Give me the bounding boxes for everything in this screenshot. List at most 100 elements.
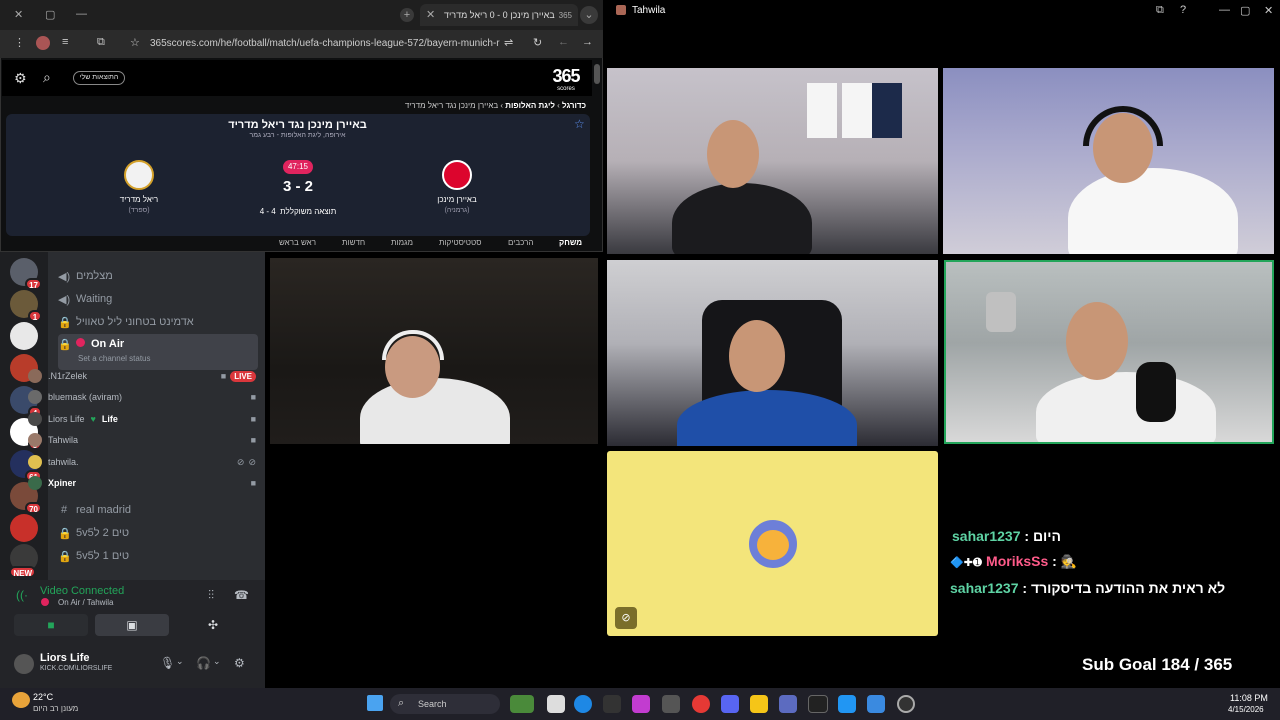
voice-member[interactable]: bluemask (aviram) ■ [28,387,256,407]
video-tile-speaking[interactable] [944,260,1274,444]
headphones-icon [1083,106,1163,146]
clock-time[interactable]: 11:08 PM [1230,693,1268,703]
site-settings-icon[interactable]: ⇌ [504,36,513,49]
soundboard-icon[interactable]: ⫶⫶ [208,588,214,603]
video-tile[interactable] [607,68,938,254]
camera-button[interactable]: ■ [14,614,88,636]
app-icon[interactable] [632,695,650,713]
help-icon[interactable]: ? [1180,4,1186,16]
chrome-icon[interactable] [692,695,710,713]
disconnect-icon[interactable]: ☎ [234,588,249,602]
gear-icon[interactable]: ⚙ [234,656,245,670]
weather-description[interactable]: מעונן רב היום [33,704,78,713]
extensions-icon[interactable]: ⧉ [97,36,105,49]
microphone-icon[interactable]: 🎙 [160,656,175,670]
channel-status[interactable]: Set a channel status [78,354,151,363]
voice-channel[interactable]: 🔒 5vטים 1 ל5 [58,546,258,566]
discord-icon[interactable] [721,695,739,713]
voice-channel[interactable]: ◀) Waiting [58,289,258,309]
back-icon[interactable]: ← [558,36,569,48]
weather-icon[interactable] [12,692,30,708]
tab-lineups[interactable]: הרכבים [508,238,533,247]
minimize-icon[interactable]: — [76,8,87,20]
server-icon[interactable]: 1 [10,290,42,322]
bookmark-star-icon[interactable]: ☆ [130,36,140,49]
menu-icon[interactable]: ⋮ [14,36,25,49]
app-icon[interactable] [808,695,828,713]
chevron-down-icon[interactable]: ⌄ [176,656,184,667]
tab-head-to-head[interactable]: ראש בראש [279,238,316,247]
voice-channel-active[interactable]: 🔒 On Air Set a channel status [58,334,258,370]
video-tile[interactable] [943,68,1274,254]
taskbar-search[interactable]: Search [390,694,500,714]
start-icon[interactable] [367,695,383,711]
tab-match[interactable]: משחק [559,238,582,247]
tab-list-button[interactable]: ⌄ [580,6,598,24]
tab-news[interactable]: חדשות [342,238,365,247]
browser-tab[interactable]: 365 באיירן מינכן 0 - 0 ריאל מדריד [420,4,578,26]
real-madrid-crest-icon[interactable] [124,160,154,190]
server-icon[interactable]: NEW [9,544,38,578]
favorite-star-icon[interactable]: ☆ [574,117,585,131]
picture-in-picture-icon[interactable]: ⧉ [1156,4,1164,17]
screen-share-button[interactable]: ▣ [95,614,169,636]
url-field[interactable]: 365scores.com/he/football/match/uefa-cha… [150,38,500,49]
headphones-icon[interactable]: 🎧 [196,656,211,670]
maximize-icon[interactable]: ▢ [1240,4,1250,17]
away-team-name[interactable]: ריאל מדריד [94,195,184,204]
maximize-icon[interactable]: ▢ [45,8,55,21]
app-icon[interactable] [662,695,680,713]
voice-channel[interactable]: ◀) מצלמים [58,266,258,286]
voice-member[interactable]: Tahwila ■ [28,430,256,450]
weather-temperature[interactable]: 22°C [33,692,53,702]
close-icon[interactable]: ✕ [1264,4,1273,17]
chevron-down-icon[interactable]: ⌄ [213,656,221,667]
minimize-icon[interactable]: — [1219,4,1230,16]
breadcrumb-item[interactable]: כדורגל [562,101,586,110]
activities-button[interactable]: ✣ [176,614,250,636]
server-icon[interactable]: 17 [10,258,42,290]
breadcrumb-item[interactable]: ליגת האלופות [505,101,555,110]
voice-member[interactable]: tahwila. ⊘ ⊘ [28,452,256,472]
notepad-icon[interactable] [838,695,856,713]
voice-channel[interactable]: 🔒 אדמינט בטחוני ליל טאוויל [58,312,258,332]
store-icon[interactable] [603,695,621,713]
text-channel[interactable]: # real madrid [58,500,258,520]
voice-member[interactable]: Liors Life ♥ Life ■ [28,409,256,429]
gear-icon[interactable]: ⚙ [14,70,27,87]
reading-list-icon[interactable]: ≡ [62,36,68,48]
tab-statistics[interactable]: סטטיסטיקות [439,238,481,247]
voice-status[interactable]: Video Connected [40,585,124,597]
new-tab-button[interactable]: + [400,8,414,22]
avatar[interactable] [14,654,34,674]
server-icon[interactable] [10,322,38,350]
video-tile-main[interactable] [270,258,598,444]
my-results-button[interactable]: התוצאות שלי [73,71,125,85]
voice-member[interactable]: Xpiner ■ [28,473,256,493]
edge-icon[interactable] [574,695,592,713]
bayern-crest-icon[interactable] [442,160,472,190]
file-explorer-icon[interactable] [750,695,768,713]
forward-icon[interactable]: → [582,36,593,48]
obs-icon[interactable] [897,695,915,713]
profile-icon[interactable] [36,36,50,50]
widgets-icon[interactable] [510,695,534,713]
voice-location[interactable]: On Air / Tahwila [58,598,113,607]
tab-trends[interactable]: מגמות [391,238,413,247]
home-team-name[interactable]: באיירן מינכן [412,195,502,204]
teams-icon[interactable] [779,695,797,713]
video-tile[interactable] [607,260,938,446]
clock-date[interactable]: 4/15/2026 [1228,705,1264,714]
reload-icon[interactable]: ↻ [533,36,542,49]
task-view-icon[interactable] [547,695,565,713]
voice-member[interactable]: .N1rZelek ■ LIVE [28,366,256,386]
scrollbar[interactable] [594,64,600,84]
site-logo[interactable]: 365 scores [544,66,588,92]
search-icon[interactable]: ⌕ [43,69,51,86]
user-name[interactable]: Liors Life [40,652,90,664]
app-icon[interactable] [867,695,885,713]
close-tab-icon[interactable]: ✕ [426,8,435,21]
server-icon[interactable] [10,514,38,542]
voice-channel[interactable]: 🔒 5vטים 2 ל5 [58,523,258,543]
close-icon[interactable]: ✕ [14,8,23,21]
